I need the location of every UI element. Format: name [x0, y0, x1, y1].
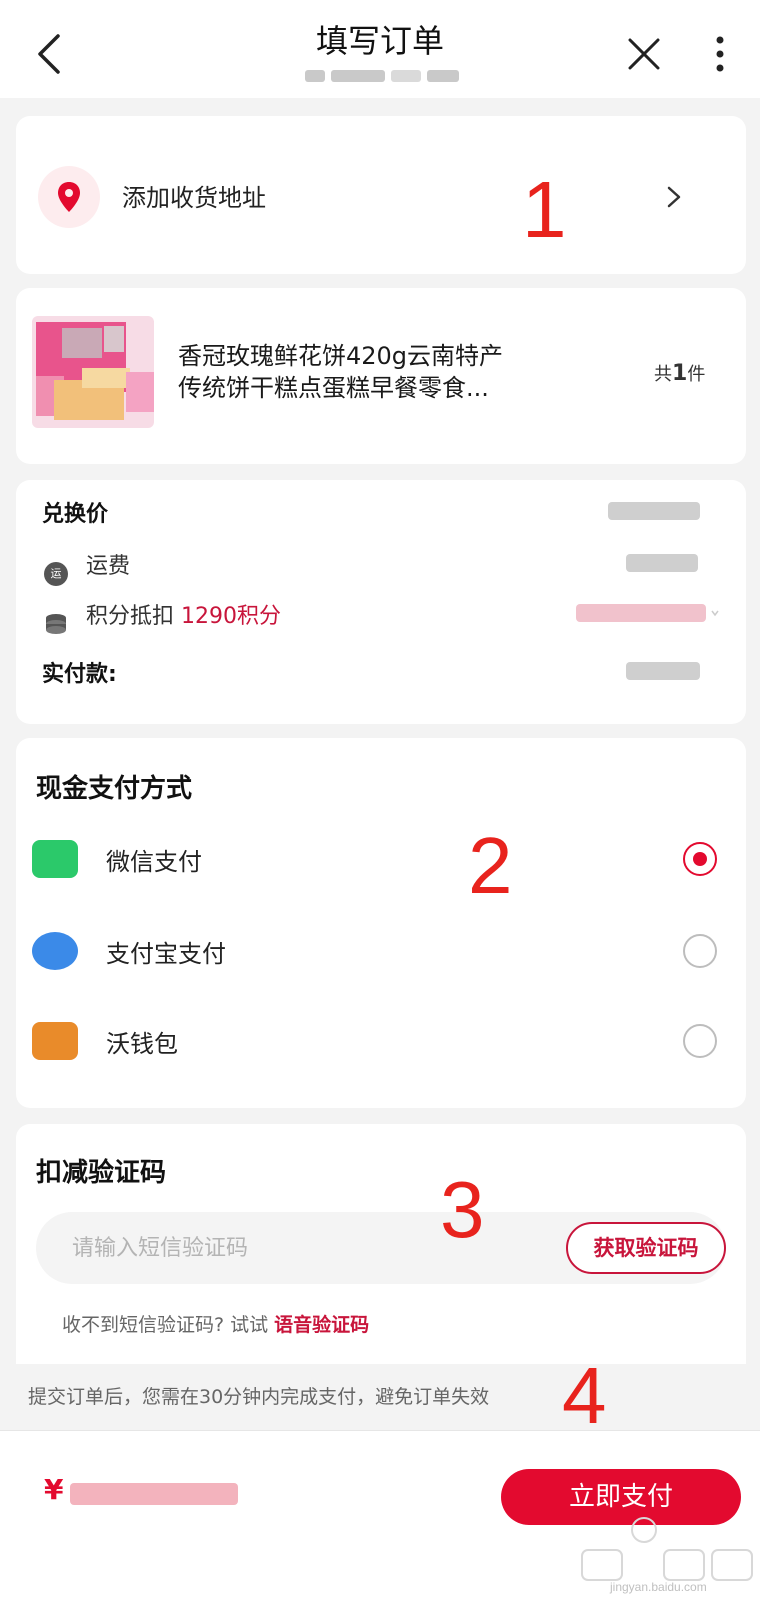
payment-section-title: 现金支付方式	[36, 774, 193, 804]
annotation-number: 2	[468, 821, 513, 910]
actual-payment-label: 实付款:	[42, 662, 117, 687]
points-deduction-row[interactable]: 积分抵扣 1290积分	[86, 598, 281, 630]
exchange-price-label: 兑换价	[42, 502, 109, 527]
radio-selected[interactable]	[683, 842, 717, 876]
actual-payment-value-blurred	[626, 662, 700, 680]
product-name-line1: 香冠玫瑰鲜花饼420g云南特产	[178, 342, 504, 370]
points-deduction-label: 积分抵扣	[86, 604, 175, 629]
product-count: 共1件	[654, 360, 705, 386]
get-code-button[interactable]: 获取验证码	[566, 1222, 726, 1274]
watermark-site: jingyan.baidu.com	[610, 1580, 707, 1594]
more-options-icon[interactable]	[708, 34, 732, 74]
currency-symbol: ¥	[44, 1473, 64, 1506]
payment-option-wechat[interactable]: 微信支付	[16, 818, 746, 898]
count-prefix: 共	[654, 364, 672, 385]
page-subtitle-blurred	[305, 64, 465, 88]
wechat-pay-icon	[32, 840, 78, 878]
payment-option-label: 微信支付	[106, 848, 202, 876]
product-card[interactable]: 香冠玫瑰鲜花饼420g云南特产 传统饼干糕点蛋糕早餐零食... 共1件	[16, 288, 746, 464]
add-address-card[interactable]: 添加收货地址	[16, 116, 746, 274]
alipay-icon	[32, 932, 78, 970]
points-value: 1290积分	[181, 604, 282, 629]
chevron-down-icon[interactable]	[710, 608, 720, 618]
exchange-price-value-blurred	[608, 502, 700, 520]
product-name: 香冠玫瑰鲜花饼420g云南特产 传统饼干糕点蛋糕早餐零食...	[178, 340, 578, 404]
price-summary-card: 兑换价 运 运费 积分抵扣 1290积分 实付款:	[16, 480, 746, 724]
count-value: 1	[672, 361, 688, 386]
location-pin-icon	[38, 166, 100, 228]
product-name-line2: 传统饼干糕点蛋糕早餐零食...	[178, 374, 489, 402]
add-address-label: 添加收货地址	[122, 184, 266, 212]
notice-bar: 提交订单后，您需在30分钟内完成支付，避免订单失效	[0, 1364, 760, 1430]
total-amount-blurred	[70, 1483, 238, 1505]
hint-text: 收不到短信验证码? 试试	[62, 1314, 275, 1336]
count-suffix: 件	[687, 364, 706, 385]
points-deduction-value-blurred	[576, 604, 706, 622]
payment-deadline-notice: 提交订单后，您需在30分钟内完成支付，避免订单失效	[28, 1386, 490, 1408]
annotation-number: 3	[440, 1165, 485, 1254]
close-icon[interactable]	[626, 36, 662, 72]
voice-code-hint: 收不到短信验证码? 试试 语音验证码	[62, 1310, 369, 1337]
annotation-number: 1	[522, 165, 567, 254]
payment-option-wo-wallet[interactable]: 沃钱包	[16, 1000, 746, 1080]
payment-option-label: 沃钱包	[106, 1030, 178, 1058]
shipping-icon: 运	[44, 562, 68, 586]
code-input-container: 获取验证码	[36, 1212, 726, 1284]
wo-wallet-icon	[32, 1022, 78, 1060]
chevron-right-icon	[667, 186, 681, 208]
annotation-number: 4	[562, 1351, 607, 1440]
radio-unselected[interactable]	[683, 1024, 717, 1058]
shipping-label: 运费	[86, 554, 131, 579]
payment-option-alipay[interactable]: 支付宝支付	[16, 910, 746, 990]
radio-unselected[interactable]	[683, 934, 717, 968]
shipping-value-blurred	[626, 554, 698, 572]
points-coin-icon	[46, 614, 66, 634]
product-thumbnail	[32, 316, 154, 428]
payment-methods-card: 现金支付方式 微信支付 支付宝支付 沃钱包	[16, 738, 746, 1108]
payment-option-label: 支付宝支付	[106, 940, 226, 968]
voice-code-link[interactable]: 语音验证码	[274, 1314, 369, 1336]
verification-section-title: 扣减验证码	[36, 1158, 167, 1188]
verification-code-card: 扣减验证码 获取验证码 收不到短信验证码? 试试 语音验证码	[16, 1124, 746, 1364]
app-header: 填写订单	[0, 0, 760, 98]
